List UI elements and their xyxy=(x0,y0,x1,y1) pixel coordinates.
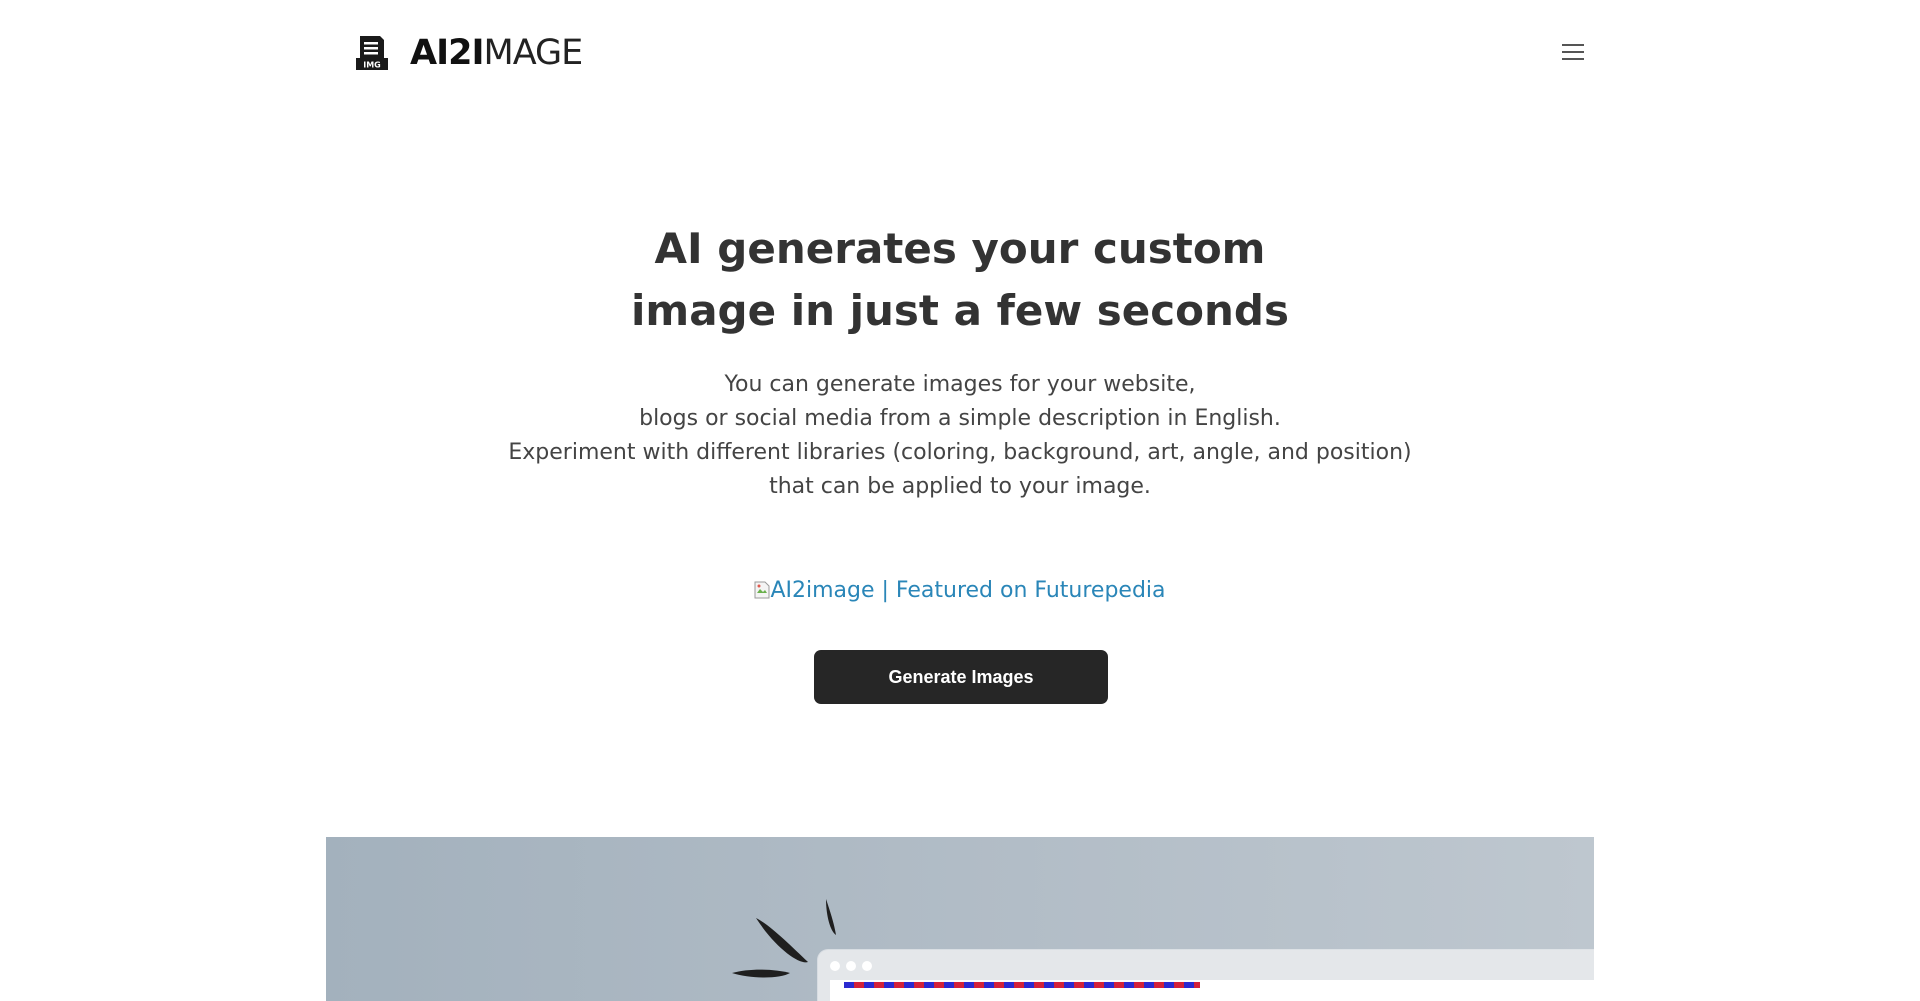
logo-text: AI2IMAGE xyxy=(410,33,584,73)
document-img-icon: IMG xyxy=(356,36,388,70)
logo-text-light: MAGE xyxy=(483,33,584,73)
generate-images-button[interactable]: Generate Images xyxy=(814,650,1108,704)
hero-description-line: You can generate images for your website… xyxy=(724,372,1196,397)
broken-image-icon xyxy=(754,574,770,599)
hero-description-line: blogs or social media from a simple desc… xyxy=(639,406,1281,431)
dashed-selection-border xyxy=(844,982,1200,988)
menu-button[interactable] xyxy=(1560,40,1588,64)
hero-description: You can generate images for your website… xyxy=(0,368,1920,504)
futurepedia-link-text: AI2image | Featured on Futurepedia xyxy=(770,578,1166,603)
hero-description-line: that can be applied to your image. xyxy=(769,474,1151,499)
hero-title-line: AI generates your custom xyxy=(654,224,1266,273)
futurepedia-featured-link[interactable]: AI2image | Featured on Futurepedia xyxy=(0,572,1920,610)
hero-description-line: Experiment with different libraries (col… xyxy=(508,440,1412,465)
hero-title: AI generates your custom image in just a… xyxy=(0,218,1920,342)
logo-icon-badge: IMG xyxy=(363,61,381,70)
browser-mockup xyxy=(818,950,1594,1001)
hero-title-line: image in just a few seconds xyxy=(631,286,1289,335)
logo-text-bold: AI2I xyxy=(410,33,484,73)
site-header: IMG AI2IMAGE xyxy=(0,0,1920,108)
site-logo[interactable]: IMG AI2IMAGE xyxy=(356,33,584,73)
browser-content xyxy=(830,980,1594,1001)
window-dot xyxy=(830,961,840,971)
window-dot xyxy=(846,961,856,971)
browser-window-controls xyxy=(830,961,878,971)
window-dot xyxy=(862,961,872,971)
preview-section xyxy=(326,837,1594,1001)
page: IMG AI2IMAGE AI generates your custom im… xyxy=(0,0,1920,1001)
hamburger-menu-icon xyxy=(1562,44,1584,46)
